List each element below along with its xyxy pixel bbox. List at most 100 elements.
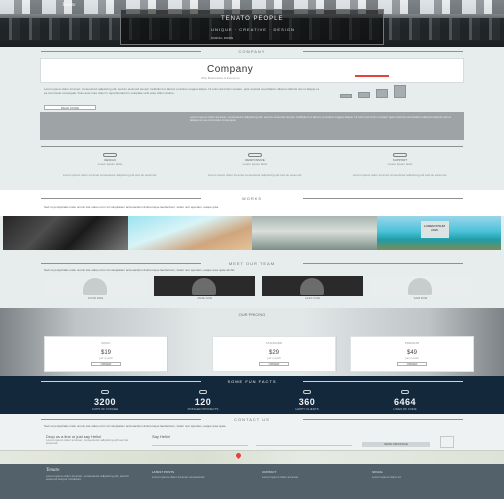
pricing-card: PREMIUM $49 per month ORDER (350, 336, 474, 372)
work-photo[interactable]: LOREM IPSUM 2016 (376, 216, 501, 250)
read-more-button[interactable]: READ MORE (44, 105, 96, 110)
email-field[interactable] (256, 441, 352, 446)
team-member-photo (192, 278, 216, 295)
fact-number: 120 (194, 397, 212, 407)
facts-section-heading: SOME FUN FACTS (0, 379, 504, 384)
mini-bar (358, 92, 370, 98)
plan-name: BASIC (101, 341, 111, 345)
section-label: SOME FUN FACTS (227, 379, 277, 384)
footer-column-text: Lorem ipsum dolor sit amet (262, 475, 299, 479)
contact-intro: Sed ut perspiciatis unde omnis iste natu… (44, 424, 227, 428)
fact-item: 360 HAPPY CLIENTS (262, 390, 352, 411)
service-item: DESIGN Lorem ipsum dolor Lorem ipsum dol… (60, 153, 160, 187)
fact-label: FINISHED PROJECTS (187, 407, 219, 411)
mini-bar (376, 89, 388, 98)
mini-bar (340, 94, 352, 98)
device-icon (248, 153, 262, 157)
hero-tagline: UNIQUE · CREATIVE · DESIGN (211, 27, 295, 32)
company-title: Company (207, 64, 254, 75)
team-member-card[interactable]: JOHN DOE (45, 276, 146, 300)
smile-icon (303, 390, 311, 394)
site-footer: Tenato Lorem ipsum dolor sit amet, conse… (0, 464, 504, 499)
hero-title: TENATO PEOPLE (221, 16, 284, 22)
heading-rule (41, 51, 201, 52)
section-label: MEET OUR TEAM (228, 261, 276, 266)
team-intro: Sed ut perspiciatis unde omnis iste natu… (44, 268, 236, 272)
contact-section-heading: CONTACT US (41, 417, 463, 422)
heading-rule (41, 146, 252, 147)
section-label: CONTACT US (234, 417, 270, 422)
accent-bar (355, 75, 389, 77)
heading-rule (41, 419, 201, 420)
heading-rule (41, 198, 201, 199)
footer-about: Lorem ipsum dolor sit amet, consectetur … (46, 474, 129, 482)
service-item: RESPONSIVE Lorem ipsum dolor Lorem ipsum… (205, 153, 305, 187)
fact-number: 360 (298, 397, 316, 407)
contact-text: Lorem ipsum dolor sit amet, consectetur … (46, 438, 129, 446)
name-field[interactable] (152, 441, 248, 446)
team-member-name: JOHN DOE (87, 296, 104, 300)
order-button[interactable]: ORDER (397, 362, 427, 366)
hero-scroll-hint[interactable]: SCROLL DOWN (211, 36, 233, 40)
fun-facts-section: SOME FUN FACTS 3200 CUPS OF COFFEE 120 F… (0, 376, 504, 414)
section-label: COMPANY (238, 49, 266, 54)
heading-rule (41, 263, 201, 264)
fact-item: 6464 LINES OF CODE (360, 390, 450, 411)
team-member-name: SAM DOE (413, 296, 428, 300)
hero-brand-plate: TENATO PEOPLE UNIQUE · CREATIVE · DESIGN… (120, 9, 384, 45)
heading-rule (303, 198, 463, 199)
pricing-card: BASIC $19 per month ORDER (44, 336, 168, 372)
briefcase-icon (199, 390, 207, 394)
order-button[interactable]: ORDER (259, 362, 289, 366)
team-member-photo (300, 278, 324, 295)
fact-label: LINES OF CODE (393, 407, 417, 411)
work-photo[interactable] (3, 216, 128, 250)
send-message-button[interactable]: SEND MESSAGE (362, 442, 430, 447)
fact-number: 6464 (393, 397, 417, 407)
team-member-card[interactable]: JANE DOE (154, 276, 255, 300)
works-section-heading: WORKS (41, 196, 463, 201)
heading-rule (303, 381, 463, 382)
divider-rule (41, 144, 463, 149)
team-section-heading: MEET OUR TEAM (41, 261, 463, 266)
team-member-photo (83, 278, 107, 295)
site-logo[interactable]: Tenato (62, 3, 75, 8)
message-field[interactable] (440, 436, 454, 448)
company-info-panel: Lorem ipsum dolor sit amet, consectetur … (40, 112, 464, 140)
team-member-card[interactable]: ALEX DOE (262, 276, 363, 300)
fact-item: 120 FINISHED PROJECTS (158, 390, 248, 411)
service-subtitle: Lorem ipsum dolor (242, 162, 268, 166)
team-member-card[interactable]: SAM DOE (370, 276, 471, 300)
heading-rule (303, 263, 463, 264)
works-gallery: LOREM IPSUM 2016 (3, 216, 501, 250)
company-banner: Company Why Businesses & Everyone (40, 58, 464, 83)
heading-rule (41, 381, 201, 382)
eye-icon (103, 153, 117, 157)
footer-column-text[interactable]: Lorem ipsum dolor sit (372, 475, 432, 479)
service-subtitle: Lorem ipsum dolor (97, 162, 123, 166)
hero-banner: Tenato TENATO PEOPLE UNIQUE · CREATIVE ·… (0, 0, 504, 47)
footer-logo[interactable]: Tenato (46, 468, 59, 473)
pricing-card: STANDARD $29 per month ORDER (212, 336, 336, 372)
company-subtitle: Why Businesses & Everyone (201, 76, 240, 80)
company-description: Lorem ipsum dolor sit amet, consectetur … (44, 87, 320, 95)
service-description: Lorem ipsum dolor sit amet consectetur a… (207, 173, 303, 177)
service-item: SUPPORT Lorem ipsum dolor Lorem ipsum do… (350, 153, 450, 187)
footer-column-title: SOCIAL (372, 470, 384, 474)
order-button[interactable]: ORDER (91, 362, 121, 366)
work-photo[interactable] (127, 216, 252, 250)
fact-label: HAPPY CLIENTS (295, 407, 319, 411)
location-map[interactable] (0, 450, 504, 464)
heading-rule (303, 419, 463, 420)
section-label: WORKS (241, 196, 263, 201)
footer-column-title: LATEST POSTS (152, 470, 175, 474)
footer-column-text[interactable]: Lorem ipsum dolor sit amet consectetur (152, 475, 212, 479)
company-mini-chart (340, 84, 410, 98)
photo-badge: LOREM IPSUM 2016 (420, 221, 449, 238)
team-member-name: ALEX DOE (304, 296, 320, 300)
footer-column-title: CONTACT (262, 470, 277, 474)
work-photo[interactable] (252, 216, 377, 250)
fact-item: 3200 CUPS OF COFFEE (60, 390, 150, 411)
map-pin-icon[interactable] (234, 451, 243, 460)
section-label: OUR PRICING (238, 312, 266, 317)
